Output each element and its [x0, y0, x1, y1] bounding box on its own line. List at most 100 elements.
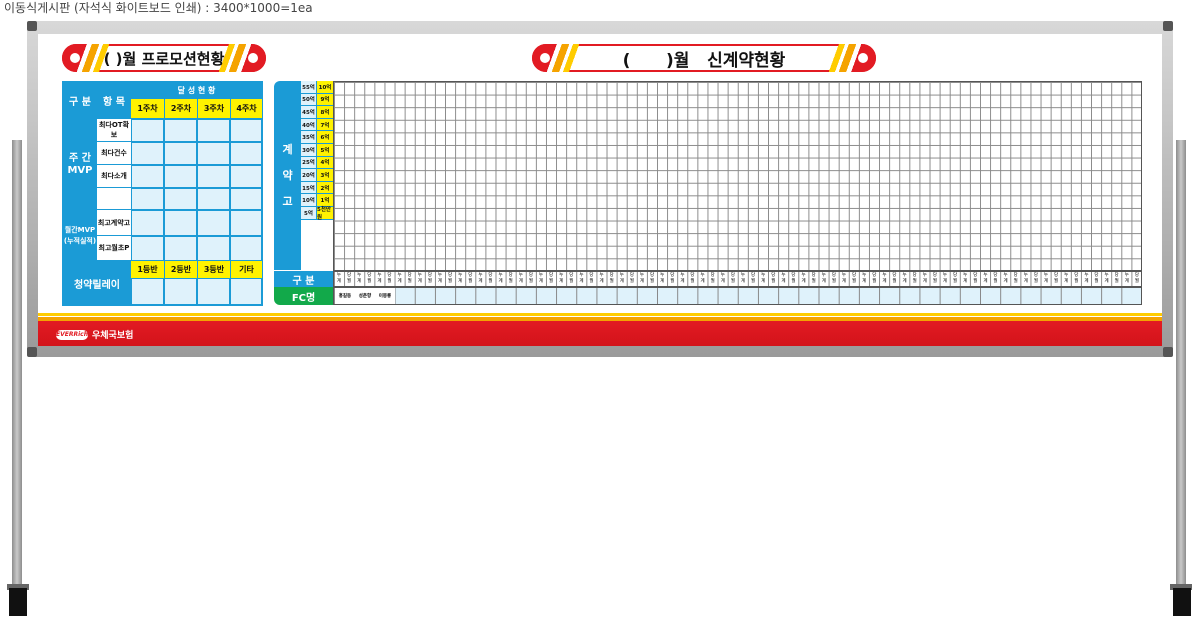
gubun-cell: 누 계	[478, 273, 483, 284]
gubun-cell: 당 월	[1094, 273, 1099, 284]
achievement-cell[interactable]	[230, 278, 262, 305]
stand-leg-right	[1176, 140, 1186, 590]
achievement-cell[interactable]	[164, 119, 197, 142]
gubun-cell: 당 월	[387, 273, 392, 284]
gubun-cell: 누 계	[660, 273, 665, 284]
level-label: 40억	[301, 118, 317, 132]
level-label: 5억	[301, 206, 317, 220]
title-decor-right	[824, 44, 876, 72]
achievement-cell[interactable]	[197, 236, 230, 261]
whiteboard: ( )월 프로모션현황 ( )월 신계약현황 구 분 항 목 달 성 현 황 1…	[38, 34, 1162, 346]
gubun-cell: 당 월	[690, 273, 695, 284]
achievement-cell[interactable]	[230, 142, 262, 165]
gubun-cell: 누 계	[417, 273, 422, 284]
achievement-cell[interactable]	[197, 278, 230, 305]
level-label: 3억	[317, 169, 333, 182]
achievement-cell[interactable]	[131, 165, 164, 188]
gubun-cell: 누 계	[740, 273, 746, 284]
week-header: 4주차	[230, 99, 262, 118]
gubun-cell: 당 월	[1134, 273, 1139, 284]
gubun-cell: 당 월	[791, 273, 796, 284]
gubun-cell: 누 계	[458, 273, 463, 284]
brand-logo: EVERRich	[56, 329, 88, 340]
gubun-cell: 누 계	[781, 273, 786, 284]
gubun-cell: 누 계	[963, 273, 968, 284]
gubun-cell: 당 월	[932, 273, 937, 284]
gubun-cell: 당 월	[367, 273, 372, 284]
gubun-cell: 당 월	[468, 273, 473, 284]
gubun-cell: 당 월	[650, 273, 655, 284]
right-title: ( )월 신계약현황	[622, 50, 786, 71]
achievement-cell[interactable]	[131, 119, 164, 142]
gubun-cell: 당 월	[831, 273, 836, 284]
achievement-cell[interactable]	[131, 278, 164, 305]
gubun-cell: 누 계	[922, 273, 927, 284]
achievement-cell[interactable]	[164, 165, 197, 188]
achievement-cell[interactable]	[164, 188, 197, 210]
promotion-table: 구 분 항 목 달 성 현 황 1주차 2주차 3주차 4주차 주 간 MVP …	[62, 81, 263, 306]
gubun-cell: 당 월	[549, 273, 554, 284]
achievement-cell[interactable]	[164, 142, 197, 165]
achievement-cell[interactable]	[131, 210, 164, 236]
gubun-cell: 당 월	[872, 273, 877, 284]
achievement-cell[interactable]	[230, 210, 262, 236]
gubun-cell: 누 계	[336, 273, 342, 284]
gubun-cell: 누 계	[942, 273, 948, 284]
achievement-cell[interactable]	[197, 142, 230, 165]
gubun-cell: 당 월	[892, 273, 897, 284]
level-label: 30억	[301, 143, 317, 157]
frame-corner	[1163, 21, 1173, 31]
achievement-cell[interactable]	[197, 210, 230, 236]
achievement-cell[interactable]	[164, 278, 197, 305]
level-label: 55억	[301, 81, 317, 94]
stripe-red	[38, 321, 1162, 346]
gubun-cell: 당 월	[347, 273, 352, 284]
level-column-a: 55억 50억 45억 40억 35억 30억 25억 20억 15억 10억 5억	[301, 81, 317, 220]
gubun-cell: 누 계	[1124, 273, 1129, 284]
gubun-cell: 당 월	[953, 273, 958, 284]
gubun-cell: 누 계	[498, 273, 503, 284]
gubun-cell: 누 계	[1043, 273, 1049, 284]
gubun-cell: 누 계	[680, 273, 685, 284]
achievement-cell[interactable]	[131, 236, 164, 261]
gubun-cell: 누 계	[720, 273, 725, 284]
level-label: 2억	[317, 181, 333, 195]
achievement-cell[interactable]	[197, 165, 230, 188]
gubun-cell: 당 월	[569, 273, 574, 284]
weekly-item: 최다소개	[97, 165, 131, 188]
achievement-cell[interactable]	[230, 236, 262, 261]
gubun-cell: 당 월	[852, 273, 857, 284]
fc-name: 이몽룡	[375, 288, 395, 304]
achievement-cell[interactable]	[164, 236, 197, 261]
relay-col: 2등반	[164, 261, 197, 278]
gubun-cell: 누 계	[518, 273, 523, 284]
contract-grid	[333, 81, 1142, 271]
achievement-cell[interactable]	[230, 119, 262, 142]
level-label: 5천만원	[317, 207, 333, 221]
gubun-cell: 누 계	[397, 273, 402, 284]
achievement-cell[interactable]	[230, 188, 262, 210]
achievement-cell[interactable]	[197, 119, 230, 142]
gubun-cell: 누 계	[821, 273, 826, 284]
gubun-cell: 누 계	[559, 273, 564, 284]
level-label: 9억	[317, 93, 333, 107]
left-title-bar: ( )월 프로모션현황	[62, 44, 266, 72]
achievement-cell[interactable]	[131, 142, 164, 165]
gubun-cell: 누 계	[639, 273, 645, 284]
achievement-cell[interactable]	[230, 165, 262, 188]
gubun-cell: 누 계	[862, 273, 867, 284]
gubun-cell: 당 월	[771, 273, 776, 284]
gubun-cell: 누 계	[841, 273, 847, 284]
gubun-cell: 당 월	[448, 273, 453, 284]
gubun-cell: 누 계	[882, 273, 887, 284]
gubun-cell: 당 월	[730, 273, 735, 284]
vertical-char: 계	[282, 143, 293, 156]
level-label: 10억	[301, 194, 317, 207]
gubun-cell: 누 계	[579, 273, 584, 284]
achievement-cell[interactable]	[197, 188, 230, 210]
achievement-cell[interactable]	[164, 210, 197, 236]
level-column-b: 10억 9억 8억 7억 6억 5억 4억 3억 2억 1억 5천만원	[317, 81, 333, 221]
level-label: 5억	[317, 143, 333, 157]
achievement-cell[interactable]	[131, 188, 164, 210]
gubun-cell: 당 월	[407, 273, 412, 284]
